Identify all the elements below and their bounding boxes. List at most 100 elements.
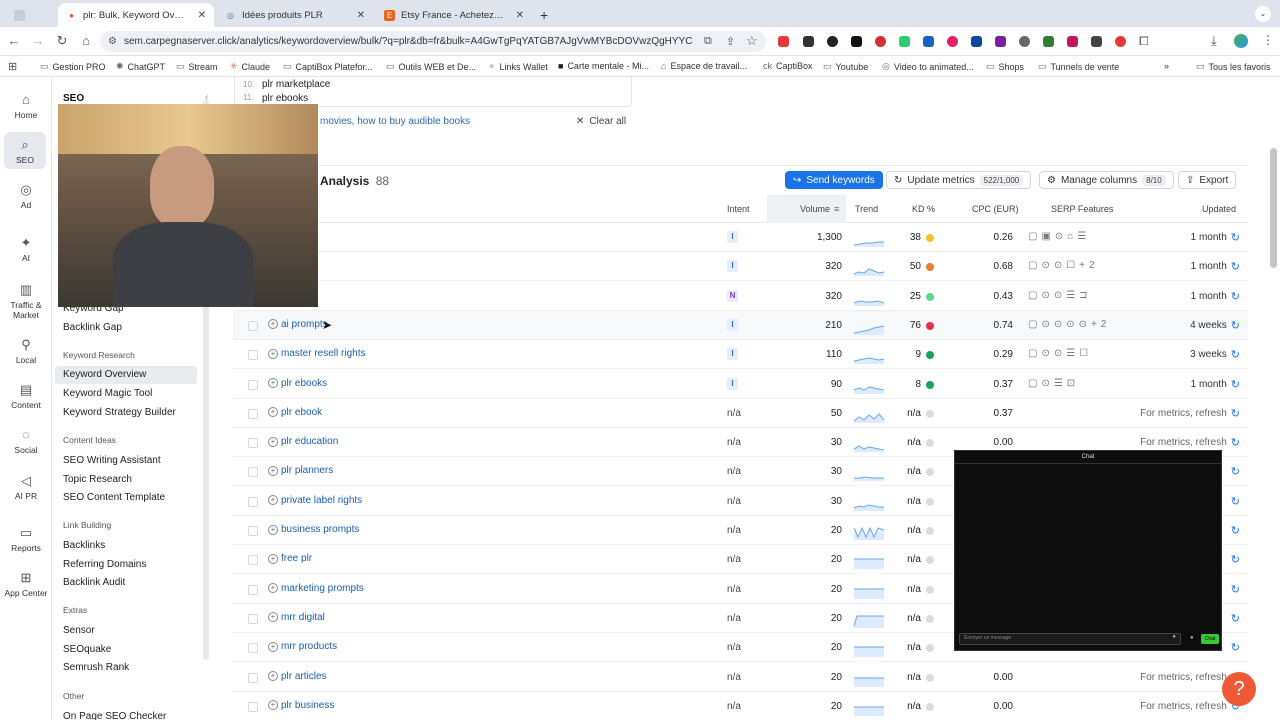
keyword-link[interactable]: + private label rights (268, 495, 362, 506)
rail-traffic[interactable]: ▥ Traffic & Market (0, 283, 52, 321)
keyword-link[interactable]: + plr articles (268, 671, 327, 682)
sidebar-item-seo-writing-assistant[interactable]: SEO Writing Assistant (63, 455, 161, 466)
bookmark-item[interactable]: ▭ Stream (176, 61, 218, 72)
examples-text[interactable]: movies, how to buy audible books (320, 116, 470, 127)
add-keyword-icon[interactable]: + (268, 378, 278, 388)
extension-icon[interactable] (827, 36, 838, 47)
keyword-link[interactable]: + plr ebook (268, 407, 322, 418)
rail-ad[interactable]: ◎ Ad (0, 183, 52, 211)
rail-content[interactable]: ▤ Content (0, 383, 52, 411)
tab-etsy[interactable]: E Etsy France - Achetez des ca ✕ (376, 3, 532, 27)
bookmark-item[interactable]: ▭ Youtube (823, 61, 868, 72)
serp-features-icons[interactable]: ▢⊙⊙☰⊐ (1028, 290, 1092, 301)
refresh-icon[interactable]: ↻ (1231, 260, 1240, 273)
serp-features-icons[interactable]: ▢⊙☰⊡ (1028, 378, 1079, 389)
row-checkbox[interactable] (248, 438, 258, 449)
refresh-icon[interactable]: ↻ (1231, 465, 1240, 478)
refresh-icon[interactable]: ↻ (1231, 612, 1240, 625)
extension-icon[interactable] (923, 36, 934, 47)
extension-icon[interactable] (947, 36, 958, 47)
all-bookmarks[interactable]: ▭ Tous les favoris (1196, 61, 1271, 72)
refresh-icon[interactable]: ↻ (1231, 553, 1240, 566)
rail-ai-pr[interactable]: ◁ AI PR (0, 474, 52, 502)
forward-icon[interactable]: → (30, 33, 46, 48)
bookmark-item[interactable]: ▭ Gestion PRO (40, 61, 106, 72)
refresh-icon[interactable]: ↻ (1231, 524, 1240, 537)
keyword-link[interactable]: + plr planners (268, 465, 333, 476)
row-checkbox[interactable] (248, 496, 258, 507)
row-checkbox[interactable] (248, 555, 258, 566)
refresh-icon[interactable]: ↻ (1231, 348, 1240, 361)
sidebar-item-semrush-rank[interactable]: Semrush Rank (63, 662, 129, 673)
sidebar-item-referring-domains[interactable]: Referring Domains (63, 559, 146, 570)
keyword-link[interactable]: + plr business (268, 700, 334, 711)
back-icon[interactable]: ← (6, 33, 22, 48)
new-tab-button[interactable]: + (532, 3, 556, 27)
sidebar-item-keyword-overview[interactable]: Keyword Overview (55, 366, 197, 384)
clear-all-button[interactable]: ✕ Clear all (576, 116, 626, 127)
close-tab-icon[interactable]: ✕ (516, 10, 524, 21)
site-info-icon[interactable]: ⚙ (108, 36, 117, 47)
add-keyword-icon[interactable]: + (268, 641, 278, 652)
refresh-icon[interactable]: ↻ (1231, 231, 1240, 244)
manage-columns-button[interactable]: ⚙ Manage columns 8/10 (1039, 171, 1174, 189)
bookmark-item[interactable]: ck CaptiBox (763, 61, 813, 71)
rail-reports[interactable]: ▭ Reports (0, 526, 52, 554)
rail-local[interactable]: ⚲ Local (0, 338, 52, 366)
extension-icon[interactable] (1019, 36, 1030, 47)
chat-input[interactable]: Envoyer un message ● (959, 633, 1181, 645)
settings-icon[interactable]: ● (1190, 635, 1194, 641)
extension-icon[interactable] (1115, 36, 1126, 47)
reload-icon[interactable]: ↻ (54, 33, 70, 49)
refresh-icon[interactable]: ↻ (1231, 583, 1240, 596)
col-trend[interactable]: Trend (855, 204, 878, 214)
rail-social[interactable]: ◌ Social (0, 428, 52, 456)
extension-icon[interactable] (1091, 36, 1102, 47)
extension-icon[interactable] (971, 36, 982, 47)
chat-send-button[interactable]: Chat (1201, 634, 1219, 644)
row-checkbox[interactable] (248, 408, 258, 419)
extension-icon[interactable] (1067, 36, 1078, 47)
add-keyword-icon[interactable]: + (268, 495, 278, 506)
serp-features-icons[interactable]: ▢⊙⊙☐+2 (1028, 260, 1099, 271)
row-checkbox[interactable] (248, 320, 258, 331)
sidebar-item-seoquake[interactable]: SEOquake (63, 644, 111, 655)
update-metrics-button[interactable]: ↻ Update metrics 522/1,000 (886, 171, 1032, 189)
extension-icon[interactable] (803, 36, 814, 47)
row-checkbox[interactable] (248, 672, 258, 683)
refresh-icon[interactable]: ↻ (1231, 436, 1240, 449)
menu-icon[interactable]: ⋮ (1262, 33, 1274, 47)
add-keyword-icon[interactable]: + (268, 700, 278, 711)
rail-home[interactable]: ⌂ Home (0, 93, 52, 121)
row-checkbox[interactable] (248, 526, 258, 536)
add-keyword-icon[interactable]: + (268, 436, 278, 447)
bookmark-item[interactable]: ▭ Shops (986, 61, 1024, 72)
home-icon[interactable]: ⌂ (78, 33, 94, 48)
extensions-icon[interactable]: ⧠ (1139, 34, 1149, 49)
attach-icon[interactable]: ● (1172, 634, 1176, 640)
close-tab-icon[interactable]: ✕ (357, 10, 365, 21)
row-checkbox[interactable] (248, 613, 258, 624)
sidebar-item-backlinks[interactable]: Backlinks (63, 540, 105, 551)
share-icon[interactable]: ⇪ (726, 35, 735, 48)
rail-seo[interactable]: ⌕ SEO (4, 132, 46, 169)
sidebar-item-keyword-magic-tool[interactable]: Keyword Magic Tool (63, 388, 152, 399)
send-keywords-button[interactable]: ↪ Send keywords (785, 171, 883, 189)
rail-ai[interactable]: ✦ AI (0, 236, 52, 264)
col-serp[interactable]: SERP Features (1051, 204, 1113, 214)
bookmark-item[interactable]: ⌂ Espace de travail... (661, 61, 747, 71)
tab-keyword-overview[interactable]: ● plr: Bulk, Keyword Overview ✕ (58, 3, 214, 27)
rail-app-center[interactable]: ⊞ App Center (0, 571, 52, 599)
keyword-input-box[interactable]: 10. plr marketplace 11. plr ebooks (234, 77, 632, 107)
add-keyword-icon[interactable]: + (268, 407, 278, 418)
sidebar-item-keyword-strategy-builder[interactable]: Keyword Strategy Builder (63, 407, 176, 418)
help-button[interactable]: ? (1222, 672, 1256, 706)
bookmark-item[interactable]: ▭ Outils WEB et De... (386, 61, 476, 72)
extension-icon[interactable] (899, 36, 910, 47)
serp-features-icons[interactable]: ▢⊙⊙☰☐ (1028, 348, 1092, 359)
sidebar-item-seo-content-template[interactable]: SEO Content Template (63, 492, 165, 503)
add-keyword-icon[interactable]: + (268, 553, 278, 564)
col-updated[interactable]: Updated (1202, 204, 1236, 214)
refresh-icon[interactable]: ↻ (1231, 495, 1240, 508)
row-checkbox[interactable] (248, 379, 258, 390)
